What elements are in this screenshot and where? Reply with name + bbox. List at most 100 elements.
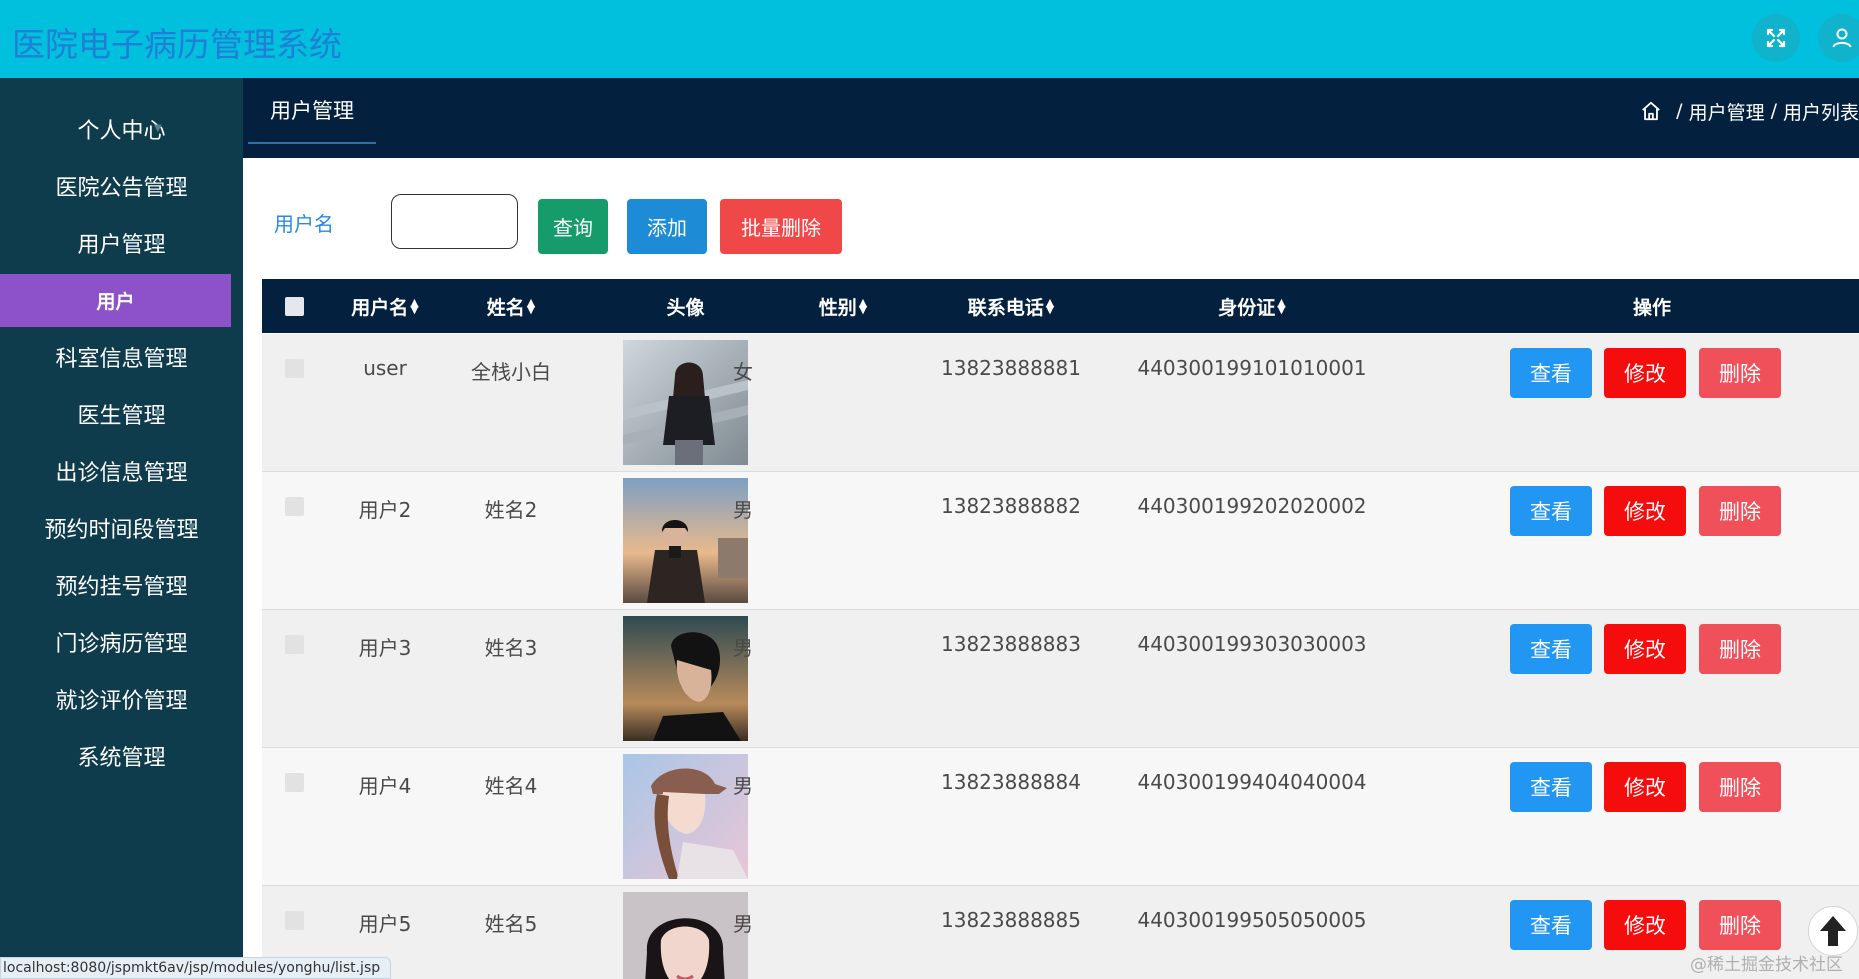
column-header-label: 姓名 [486, 296, 525, 319]
cell-name: 姓名3 [484, 636, 538, 660]
view-button[interactable]: 查看 [1510, 624, 1592, 674]
username-search-input[interactable] [391, 194, 518, 249]
sort-icon: ▲ ▼ [858, 296, 868, 316]
sort-icon: ▲ ▼ [1045, 296, 1055, 316]
table-row: 用户2 姓名2 男 13823888882 440300199202020002… [262, 472, 1859, 610]
cell-username: 用户2 [358, 498, 412, 522]
column-header-label: 性别 [818, 296, 857, 319]
column-header-phone[interactable]: 联系电话 ▲ ▼ [896, 279, 1126, 333]
view-button[interactable]: 查看 [1510, 762, 1592, 812]
column-header-avatar: 头像 [623, 279, 748, 333]
sidebar-item-system[interactable]: 系统管理 ▼ [0, 727, 243, 784]
cell-id-card: 440300199505050005 [1137, 908, 1367, 932]
cell-gender: 男 [733, 498, 753, 522]
row-checkbox[interactable] [285, 359, 304, 378]
sort-icon: ▲ ▼ [1277, 296, 1286, 316]
cell-id-card: 440300199101010001 [1137, 356, 1367, 380]
column-header-label: 身份证 [1218, 296, 1276, 319]
delete-button[interactable]: 删除 [1699, 762, 1781, 812]
sidebar-item-label: 用户管理 [77, 232, 166, 258]
sidebar-item-medical-records[interactable]: 门诊病历管理 ▼ [0, 613, 243, 670]
delete-button[interactable]: 删除 [1699, 900, 1781, 950]
edit-button[interactable]: 修改 [1604, 900, 1686, 950]
column-header-id-card[interactable]: 身份证 ▲ ▼ [1102, 279, 1402, 333]
table-header: 用户名 ▲ ▼ 姓名 ▲ ▼ 头像 性别 ▲ ▼ 联系电话 ▲ ▼ 身份证 ▲ ▼ 操作 [262, 279, 1859, 333]
query-button[interactable]: 查询 [538, 199, 608, 254]
cell-phone: 13823888882 [941, 494, 1081, 518]
edit-button[interactable]: 修改 [1604, 486, 1686, 536]
view-button[interactable]: 查看 [1510, 900, 1592, 950]
nav-band: 用户管理 / 用户管理 / 用户列表 [243, 78, 1859, 158]
sidebar-item-label: 系统管理 [77, 745, 166, 771]
breadcrumb-separator: / [1676, 100, 1683, 122]
edit-button[interactable]: 修改 [1604, 762, 1686, 812]
edit-button[interactable]: 修改 [1604, 624, 1686, 674]
cell-id-card: 440300199404040004 [1137, 770, 1367, 794]
sidebar-item-department[interactable]: 科室信息管理 ▼ [0, 328, 243, 385]
bulk-delete-button[interactable]: 批量删除 [720, 199, 842, 254]
cell-username: 用户5 [358, 912, 412, 936]
caret-down-icon: ▼ [177, 579, 185, 590]
table-row: 用户3 姓名3 男 13823888883 440300199303030003… [262, 610, 1859, 748]
cell-name: 姓名5 [484, 912, 538, 936]
sidebar-item-personal-center[interactable]: 个人中心 ▼ [0, 100, 243, 157]
caret-down-icon: ▼ [177, 636, 185, 647]
tab-user-management[interactable]: 用户管理 [248, 78, 376, 144]
sort-icon: ▲ ▼ [526, 296, 536, 316]
home-icon[interactable] [1640, 100, 1662, 122]
select-all-checkbox[interactable] [285, 297, 304, 316]
sidebar-item-evaluation[interactable]: 就诊评价管理 ▼ [0, 670, 243, 727]
sidebar-item-user-management[interactable]: 用户管理 ▼ [0, 214, 243, 271]
cell-username: user [363, 356, 407, 380]
back-to-top-button[interactable] [1808, 906, 1858, 956]
column-header-username[interactable]: 用户名 ▲ ▼ [322, 279, 448, 333]
status-bar-url: localhost:8080/jspmkt6av/jsp/modules/yon… [0, 957, 392, 979]
sidebar-item-label: 科室信息管理 [55, 346, 188, 372]
sidebar-item-label: 预约时间段管理 [44, 517, 199, 543]
delete-button[interactable]: 删除 [1699, 348, 1781, 398]
sidebar-item-hospital-notice[interactable]: 医院公告管理 ▼ [0, 157, 243, 214]
cell-gender: 男 [733, 774, 753, 798]
edit-button[interactable]: 修改 [1604, 348, 1686, 398]
caret-down-icon: ▼ [188, 522, 196, 533]
sidebar-item-user[interactable]: 用户 [0, 274, 231, 327]
row-checkbox[interactable] [285, 911, 304, 930]
cell-gender: 男 [733, 912, 753, 936]
fullscreen-button[interactable] [1752, 14, 1800, 62]
user-menu-button[interactable] [1818, 14, 1859, 62]
column-header-name[interactable]: 姓名 ▲ ▼ [448, 279, 574, 333]
cell-name: 全栈小白 [471, 360, 551, 384]
cell-phone: 13823888884 [941, 770, 1081, 794]
watermark: @稀土掘金技术社区 [1690, 955, 1843, 975]
delete-button[interactable]: 删除 [1699, 486, 1781, 536]
user-icon [1832, 28, 1852, 48]
table-row: user 全栈小白 女 13823888881 4403001991010100… [262, 334, 1859, 472]
row-checkbox[interactable] [285, 497, 304, 516]
caret-down-icon: ▼ [177, 465, 185, 476]
cell-phone: 13823888883 [941, 632, 1081, 656]
sidebar-item-label: 医生管理 [77, 403, 166, 429]
sidebar-item-appointment[interactable]: 预约挂号管理 ▼ [0, 556, 243, 613]
sidebar-item-doctor[interactable]: 医生管理 ▼ [0, 385, 243, 442]
breadcrumb-item[interactable]: 用户管理 [1689, 98, 1765, 125]
arrow-up-icon [1820, 916, 1846, 946]
column-header-label: 操作 [1632, 296, 1671, 319]
view-button[interactable]: 查看 [1510, 348, 1592, 398]
sidebar-item-time-slots[interactable]: 预约时间段管理 ▼ [0, 499, 243, 556]
caret-down-icon: ▼ [154, 237, 162, 248]
delete-button[interactable]: 删除 [1699, 624, 1781, 674]
breadcrumb: / 用户管理 / 用户列表 [1640, 78, 1859, 144]
sidebar-item-label: 门诊病历管理 [55, 631, 188, 657]
cell-name: 姓名2 [484, 498, 538, 522]
add-button[interactable]: 添加 [627, 199, 707, 254]
cell-id-card: 440300199202020002 [1137, 494, 1367, 518]
column-header-gender[interactable]: 性别 ▲ ▼ [780, 279, 906, 333]
sidebar-item-clinic-schedule[interactable]: 出诊信息管理 ▼ [0, 442, 243, 499]
cell-phone: 13823888881 [941, 356, 1081, 380]
row-checkbox[interactable] [285, 773, 304, 792]
view-button[interactable]: 查看 [1510, 486, 1592, 536]
row-checkbox[interactable] [285, 635, 304, 654]
cell-username: 用户3 [358, 636, 412, 660]
sidebar-item-label: 出诊信息管理 [55, 460, 188, 486]
top-header: 医院电子病历管理系统 [0, 0, 1859, 78]
